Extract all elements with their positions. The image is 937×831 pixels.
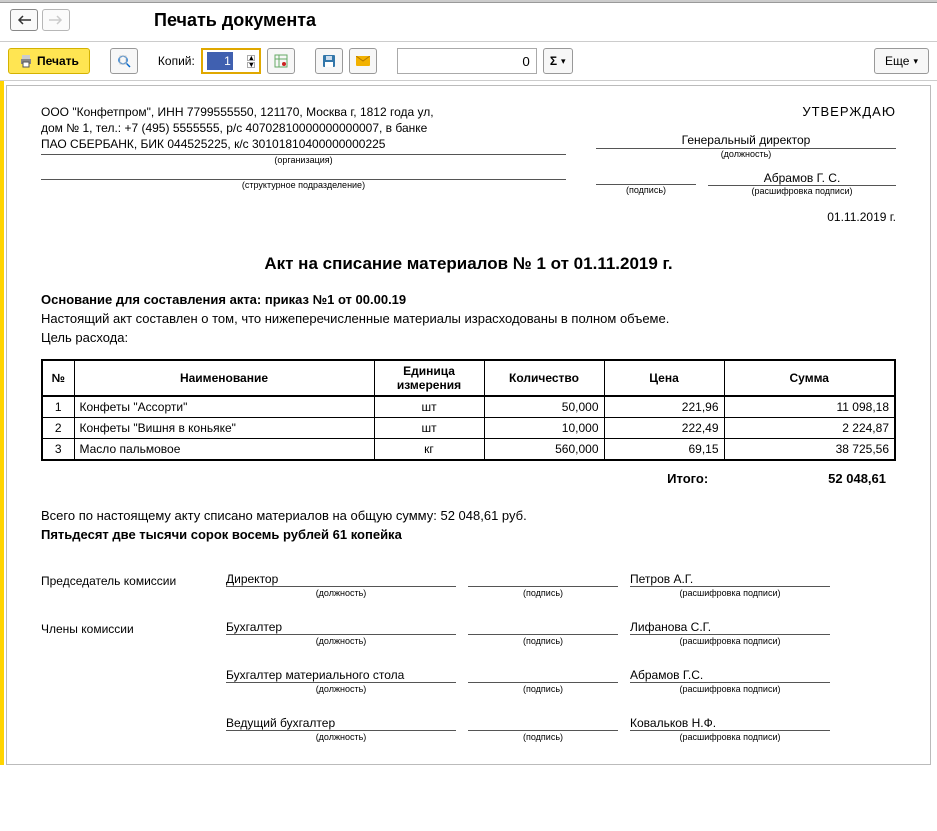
nav-back-button[interactable]	[10, 9, 38, 31]
preview-button[interactable]	[110, 48, 138, 74]
position-underlabel: (должность)	[596, 149, 896, 159]
doc-title: Акт на списание материалов № 1 от 01.11.…	[41, 254, 896, 274]
preamble-text: Настоящий акт составлен о том, что нижеп…	[41, 311, 896, 326]
itogo-value: 52 048,61	[828, 471, 886, 486]
diskette-icon	[322, 54, 336, 68]
mail-button[interactable]	[349, 48, 377, 74]
approver-name: Абрамов Г. С.	[708, 171, 896, 186]
signature-row: Бухгалтер материального стола(должность)…	[41, 668, 896, 694]
page-number-field[interactable]	[397, 48, 537, 74]
approve-date: 01.11.2019 г.	[596, 210, 896, 224]
table-row: 2Конфеты "Вишня в коньяке"шт10,000222,49…	[42, 418, 895, 439]
more-button[interactable]: Еще ▾	[874, 48, 929, 74]
dept-underlabel: (структурное подразделение)	[41, 179, 566, 190]
document-page: ООО "Конфетпром", ИНН 7799555550, 121170…	[6, 85, 931, 765]
goal-label: Цель расхода:	[41, 330, 896, 345]
printer-icon	[19, 54, 33, 68]
chevron-down-icon: ▾	[913, 56, 918, 67]
template-icon	[274, 54, 288, 68]
approver-position: Генеральный директор	[596, 133, 896, 149]
signature-row: Члены комиссииБухгалтер(должность)(подпи…	[41, 620, 896, 646]
spin-down[interactable]: ▼	[247, 62, 255, 68]
copies-label: Копий:	[158, 54, 195, 68]
org-underlabel: (организация)	[41, 154, 566, 165]
nav-forward-button[interactable]	[42, 9, 70, 31]
table-row: 1Конфеты "Ассорти"шт50,000221,9611 098,1…	[42, 396, 895, 418]
itogo-label: Итого:	[667, 471, 708, 486]
org-info: ООО "Конфетпром", ИНН 7799555550, 121170…	[41, 104, 566, 153]
signature-row: Ведущий бухгалтер(должность)(подпись)Ков…	[41, 716, 896, 742]
copies-spinner[interactable]: ▲ ▼	[201, 48, 261, 74]
name-underlabel: (расшифровка подписи)	[708, 186, 896, 196]
print-button[interactable]: Печать	[8, 48, 90, 74]
envelope-icon	[356, 56, 370, 66]
table-row: 3Масло пальмовоекг560,00069,1538 725,56	[42, 439, 895, 461]
total-words: Пятьдесят две тысячи сорок восемь рублей…	[41, 527, 896, 542]
template-button[interactable]	[267, 48, 295, 74]
basis-line: Основание для составления акта: приказ №…	[41, 292, 896, 307]
copies-input[interactable]	[207, 52, 233, 70]
magnifier-icon	[117, 54, 131, 68]
page-title: Печать документа	[154, 10, 316, 31]
materials-table: № Наименование Единица измерения Количес…	[41, 359, 896, 461]
signature-underlabel: (подпись)	[596, 185, 696, 195]
signature-row: Председатель комиссииДиректор(должность)…	[41, 572, 896, 598]
sigma-icon: Σ	[550, 54, 557, 68]
total-line: Всего по настоящему акту списано материа…	[41, 508, 896, 523]
spin-up[interactable]: ▲	[247, 55, 255, 61]
chevron-down-icon: ▾	[561, 56, 566, 67]
save-button[interactable]	[315, 48, 343, 74]
sum-button[interactable]: Σ ▾	[543, 48, 573, 74]
approve-label: УТВЕРЖДАЮ	[596, 104, 896, 119]
